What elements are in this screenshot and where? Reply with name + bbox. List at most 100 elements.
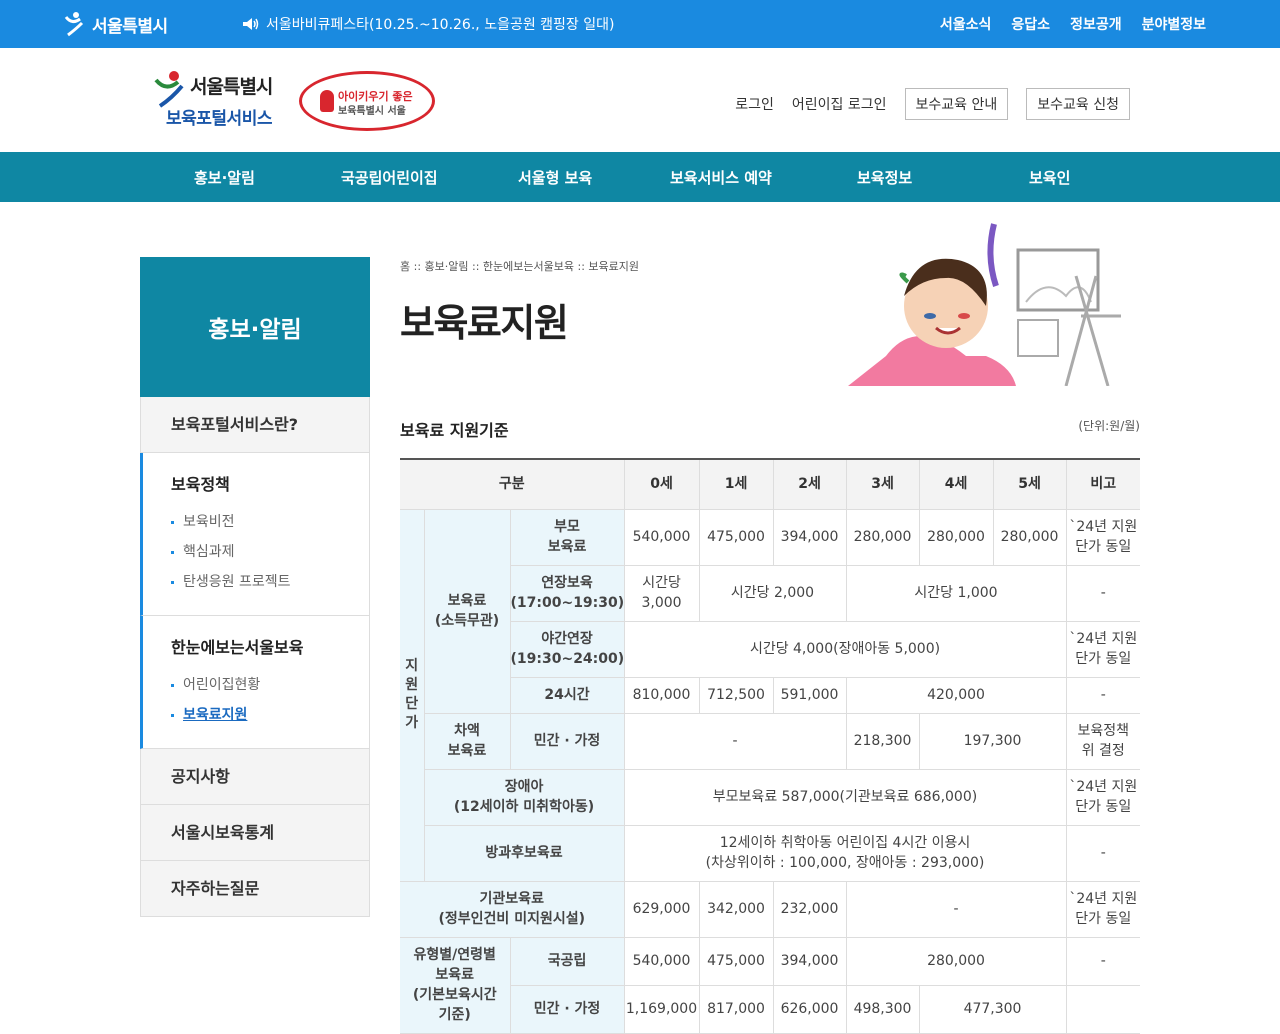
note-cell [1065, 984, 1141, 1034]
table-row: 야간연장 (19:30~24:00) 시간당 4,000(장애아동 5,000)… [400, 620, 1141, 678]
cell: 591,000 [772, 676, 847, 714]
header-age0: 0세 [623, 458, 700, 510]
cell: 부모보육료 587,000(기관보육료 686,000) [623, 768, 1067, 826]
child-figure-icon [320, 90, 334, 112]
table-row: 지 원 단 가 보육료 (소득무관) 부모 보육료 540,000 475,00… [400, 508, 1141, 882]
page-title: 보육료지원 [400, 301, 569, 345]
edu-apply-button[interactable]: 보수교육 신청 [1026, 88, 1130, 120]
row-label-institution-fee: 기관보육료 (정부인건비 미지원시설) [400, 880, 625, 938]
group-fee-income-free: 보육료 (소득무관) [423, 508, 511, 714]
nav-seoul-childcare[interactable]: 서울형 보육 [518, 167, 592, 188]
group-type-age-fee: 유형별/연령별 보육료 (기본보육시간 기준) [400, 936, 511, 1034]
cell: 540,000 [623, 508, 700, 566]
edu-info-button[interactable]: 보수교육 안내 [904, 88, 1009, 120]
nav-service-reservation[interactable]: 보육서비스 예약 [670, 167, 772, 188]
cell: 420,000 [845, 676, 1067, 714]
notice-text: 서울바비큐페스타(10.25.~10.26., 노을공원 캠핑장 일대) [266, 17, 615, 33]
site-header: 서울특별시 보육포털서비스 아이키우기 좋은 보육특별시 서울 로그인 어린이집… [0, 48, 1280, 152]
header-age5: 5세 [992, 458, 1067, 510]
cell: 280,000 [992, 508, 1067, 566]
link-field-info[interactable]: 분야별정보 [1142, 14, 1206, 34]
nav-childcare-workers[interactable]: 보육인 [1029, 167, 1070, 188]
cell: 280,000 [845, 936, 1067, 986]
link-seoul-news[interactable]: 서울소식 [940, 14, 992, 34]
cell: 시간당 3,000 [623, 564, 700, 622]
sidebar-sub-daycare-status[interactable]: 어린이집현황 [171, 670, 369, 700]
cell: 475,000 [698, 936, 774, 986]
portal-logo[interactable]: 서울특별시 보육포털서비스 [154, 70, 284, 130]
sidebar-title: 홍보·알림 [140, 257, 370, 397]
childcare-city-badge: 아이키우기 좋은 보육특별시 서울 [299, 71, 435, 131]
unit-label: (단위:원/월) [1078, 419, 1140, 433]
cell: 626,000 [772, 984, 847, 1034]
cell: 342,000 [698, 880, 774, 938]
cell: 810,000 [623, 676, 700, 714]
note-cell: `24년 지원 단가 동일 [1065, 880, 1141, 938]
cell: 1,169,000 [623, 984, 700, 1034]
sidebar-sub-vision[interactable]: 보육비전 [171, 507, 369, 537]
fee-support-table: 구분 0세 1세 2세 3세 4세 5세 비고 지 원 단 가 보육료 (소득무… [400, 458, 1141, 1034]
cell: 498,300 [845, 984, 920, 1034]
note-cell: `24년 지원 단가 동일 [1065, 508, 1141, 566]
table-row: 24시간 810,000 712,500 591,000 420,000 - [400, 676, 1141, 714]
note-cell: - [1065, 564, 1141, 622]
nav-childcare-info[interactable]: 보육정보 [857, 167, 912, 188]
top-bar: 서울특별시 서울바비큐페스타(10.25.~10.26., 노을공원 캠핑장 일… [0, 0, 1280, 48]
brand-title: 서울특별시 [190, 76, 273, 98]
note-cell: 보육정책 위 결정 [1065, 712, 1141, 770]
hero-child-illustration [848, 223, 1121, 386]
header-note: 비고 [1065, 458, 1141, 510]
header-age3: 3세 [845, 458, 920, 510]
cell: 540,000 [623, 936, 700, 986]
cell: 394,000 [772, 508, 847, 566]
notice-ticker[interactable]: 서울바비큐페스타(10.25.~10.26., 노을공원 캠핑장 일대) [242, 14, 614, 34]
sidebar-item-statistics[interactable]: 서울시보육통계 [140, 805, 370, 861]
sidebar-group-overview: 한눈에보는서울보육 어린이집현황 보육료지원 [140, 616, 370, 749]
cell: 280,000 [845, 508, 920, 566]
sidebar-item-policy[interactable]: 보육정책 [171, 471, 369, 495]
cell: 280,000 [918, 508, 994, 566]
nav-promotion[interactable]: 홍보·알림 [194, 167, 255, 188]
row-label-disabled: 장애아 (12세이하 미취학아동) [424, 768, 625, 826]
cell: 218,300 [845, 712, 920, 770]
nav-public-daycare[interactable]: 국공립어린이집 [341, 167, 438, 188]
sidebar-sub-birth-project[interactable]: 탄생응원 프로젝트 [171, 567, 369, 597]
cell: 477,300 [918, 984, 1067, 1034]
seoul-logo-text: 서울특별시 [92, 16, 168, 37]
row-label-24h: 24시간 [510, 676, 625, 714]
sidebar-item-faq[interactable]: 자주하는질문 [140, 861, 370, 917]
note-cell: `24년 지원 단가 동일 [1065, 620, 1141, 678]
note-cell: - [1065, 824, 1141, 882]
top-links: 서울소식 응답소 정보공개 분야별정보 [940, 14, 1206, 34]
daycare-login-link[interactable]: 어린이집 로그인 [792, 94, 887, 114]
table-header-row: 구분 0세 1세 2세 3세 4세 5세 비고 [400, 458, 1141, 510]
sidebar-sub-core-tasks[interactable]: 핵심과제 [171, 537, 369, 567]
row-label-private-home-2: 민간 · 가정 [510, 984, 625, 1034]
link-eungdapso[interactable]: 응답소 [1011, 14, 1050, 34]
table-row: 장애아 (12세이하 미취학아동) 부모보육료 587,000(기관보육료 68… [400, 768, 1141, 826]
table-row: 연장보육 (17:00~19:30) 시간당 3,000 시간당 2,000 시… [400, 564, 1141, 622]
login-link[interactable]: 로그인 [735, 94, 774, 114]
header-age4: 4세 [918, 458, 994, 510]
header-category: 구분 [400, 458, 625, 510]
sidebar-item-overview[interactable]: 한눈에보는서울보육 [171, 634, 369, 658]
cell: 시간당 2,000 [698, 564, 847, 622]
seoul-symbol-icon [64, 12, 84, 37]
section-title: 보육료 지원기준 [400, 421, 509, 440]
seoul-logo[interactable]: 서울특별시 [62, 10, 168, 38]
cell: 394,000 [772, 936, 847, 986]
row-label-after-school: 방과후보육료 [424, 824, 625, 882]
sidebar-sub-fee-support[interactable]: 보육료지원 [171, 700, 369, 730]
table-row: 기관보육료 (정부인건비 미지원시설) 629,000 342,000 232,… [400, 880, 1141, 938]
note-cell: - [1065, 936, 1141, 986]
table-row: 민간 · 가정 1,169,000 817,000 626,000 498,30… [400, 984, 1141, 1034]
table-row: 유형별/연령별 보육료 (기본보육시간 기준) 국공립 540,000 475,… [400, 936, 1141, 1034]
badge-line2: 보육특별시 서울 [338, 106, 406, 117]
header-age2: 2세 [772, 458, 847, 510]
sidebar-item-portal-intro[interactable]: 보육포털서비스란? [140, 397, 370, 453]
cell: 시간당 1,000 [845, 564, 1067, 622]
cell: 시간당 4,000(장애아동 5,000) [623, 620, 1067, 678]
link-info-disclosure[interactable]: 정보공개 [1070, 14, 1122, 34]
sidebar-item-notices[interactable]: 공지사항 [140, 749, 370, 805]
sidebar-group-policy: 보육정책 보육비전 핵심과제 탄생응원 프로젝트 [140, 453, 370, 616]
